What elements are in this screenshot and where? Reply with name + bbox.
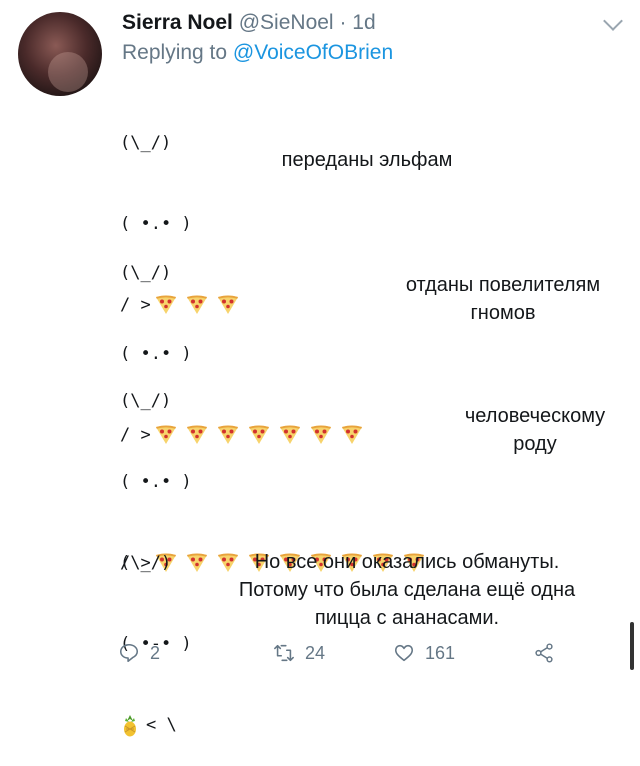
scrollbar[interactable] [630,622,634,670]
bunny-ears: (\_/) [120,133,172,153]
caption-3: человеческому роду [440,402,630,458]
retweet-icon [274,644,294,662]
reply-count: 2 [150,642,161,663]
caption-line: Но все они оказались обмануты. [254,551,560,573]
author-handle[interactable]: @SieNoel [239,11,334,34]
bunny-ears: (\_/) [120,391,172,411]
caption-line: отданы повелителям [405,274,601,296]
caption-4: Но все они оказались обмануты. Потому чт… [192,548,622,632]
caption-line: человеческому [464,405,606,427]
reply-prefix: Replying to [122,41,228,64]
share-icon [535,643,553,663]
bunny-ears: (\_/) [120,553,172,573]
reply-mention[interactable]: @VoiceOfOBrien [233,41,393,64]
caption-2: отданы повелителям гномов [378,271,628,327]
like-count: 161 [425,642,456,663]
retweet-count: 24 [305,642,326,663]
bunny-face: ( •.• ) [120,472,192,492]
retweet-button[interactable]: 24 [273,642,393,664]
tweet-actions: 2 24 161 [118,640,555,666]
caption-line: пицца с ананасами. [314,607,500,629]
like-button[interactable]: 161 [393,642,533,664]
speech-bubble-icon [119,643,139,663]
separator: · [339,11,347,34]
caption-line: переданы эльфам [281,149,453,171]
tweet-time[interactable]: 1d [352,11,375,34]
author-name[interactable]: Sierra Noel [122,11,233,34]
caption-line: гномов [470,302,536,324]
pineapple-icon [124,714,136,736]
share-button[interactable] [533,642,555,664]
bunny-hand: < \ [146,715,177,735]
caption-line: Потому что была сделана ещё одна [238,579,576,601]
chevron-down-icon[interactable] [603,11,623,31]
avatar[interactable] [18,12,102,96]
caption-1: переданы эльфам [262,146,472,174]
bunny-hand-row: < \ [120,712,192,739]
reply-context: Replying to @VoiceOfOBrien [122,40,393,66]
heart-icon [394,644,414,662]
bunny-art-4: (\_/) ( •-• ) < \ [120,496,192,766]
caption-line: роду [513,433,557,455]
reply-button[interactable]: 2 [118,642,273,664]
tweet-header: Sierra Noel @SieNoel · 1d [122,10,376,36]
bunny-ears: (\_/) [120,263,172,283]
